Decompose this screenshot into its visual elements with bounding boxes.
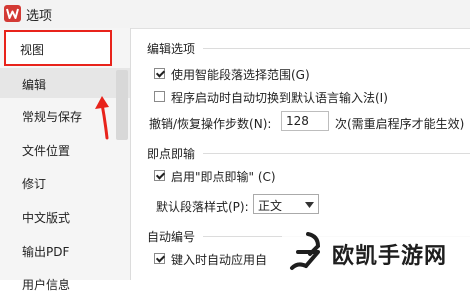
undo-steps-suffix: 次(需重启程序才能生效) <box>335 117 465 131</box>
smart-selection-label: 使用智能段落选择范围(G) <box>171 68 310 82</box>
sidebar-item-view[interactable]: 视图 <box>4 30 112 66</box>
auto-numbering-label: 键入时自动应用自 <box>171 253 268 267</box>
default-style-select[interactable]: 正文 <box>253 194 319 214</box>
undo-steps-label: 撤销/恢复操作步数(N): <box>149 117 272 131</box>
auto-numbering-title: 自动编号 <box>147 230 196 244</box>
sidebar-item-label: 输出PDF <box>22 245 70 259</box>
sidebar-item-export-pdf[interactable]: 输出PDF <box>0 235 130 265</box>
section-divider <box>203 153 470 154</box>
chevron-down-icon <box>305 202 314 208</box>
red-arrow-icon <box>95 96 109 140</box>
click-and-type-label: 启用"即点即输" (C) <box>171 170 276 184</box>
title-bar: 选项 <box>0 0 470 29</box>
auto-switch-ime-label: 程序启动时自动切换到默认语言输入法(I) <box>171 91 388 105</box>
auto-switch-ime-checkbox[interactable] <box>154 91 165 102</box>
options-sidebar: 视图 编辑 常规与保存 文件位置 修订 中文版式 输出PDF 用户信息 <box>0 28 131 292</box>
edit-options-title: 编辑选项 <box>147 42 196 56</box>
sidebar-item-label: 视图 <box>20 43 45 57</box>
sidebar-item-chinese-layout[interactable]: 中文版式 <box>0 201 130 231</box>
undo-steps-input[interactable]: 128 <box>281 111 329 131</box>
watermark: 欧凯手游网 <box>282 226 470 280</box>
auto-numbering-checkbox[interactable] <box>154 253 165 264</box>
sidebar-item-revision[interactable]: 修订 <box>0 167 130 197</box>
window-title: 选项 <box>26 9 53 24</box>
sidebar-item-label: 中文版式 <box>22 211 71 225</box>
watermark-logo-icon <box>290 232 321 270</box>
smart-selection-checkbox[interactable] <box>154 68 165 79</box>
sidebar-item-user-info[interactable]: 用户信息 <box>0 268 130 298</box>
sidebar-item-label: 用户信息 <box>22 278 71 292</box>
default-style-value: 正文 <box>258 199 283 213</box>
default-style-label: 默认段落样式(P): <box>156 200 249 214</box>
sidebar-item-label: 常规与保存 <box>22 110 83 124</box>
sidebar-item-label: 编辑 <box>22 78 47 92</box>
sidebar-item-label: 修订 <box>22 177 47 191</box>
wps-logo-icon <box>4 5 21 22</box>
section-divider <box>203 48 470 49</box>
click-and-type-title: 即点即输 <box>147 147 196 161</box>
click-and-type-checkbox[interactable] <box>154 170 165 181</box>
watermark-text: 欧凯手游网 <box>332 244 448 269</box>
sidebar-item-label: 文件位置 <box>22 144 71 158</box>
